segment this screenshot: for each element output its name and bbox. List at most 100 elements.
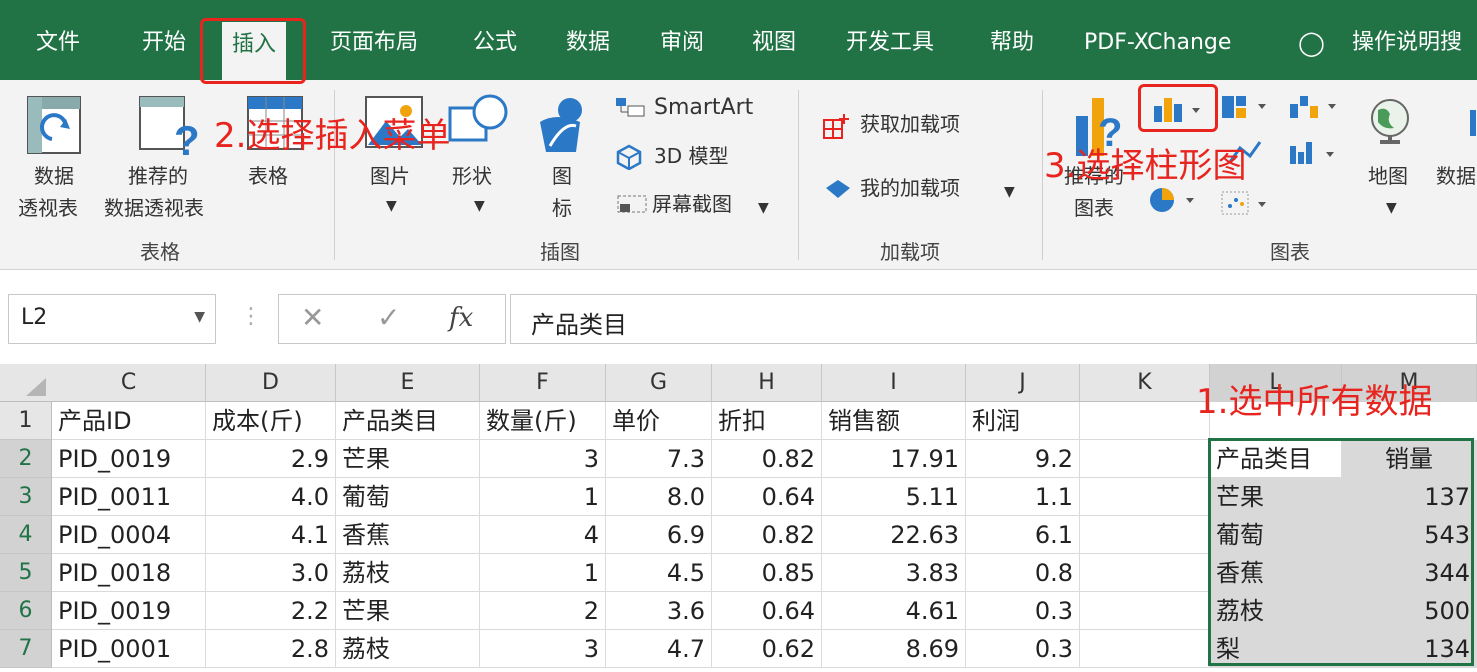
name-box[interactable]: L2 ▼ xyxy=(8,294,216,344)
table-cell[interactable]: 0.62 xyxy=(712,630,822,668)
my-addins-label[interactable]: 我的加载项 xyxy=(860,176,960,200)
map-dropdown-icon[interactable]: ▼ xyxy=(1386,196,1397,220)
table-cell[interactable]: PID_0018 xyxy=(52,554,206,592)
column-header-C[interactable]: C xyxy=(52,364,206,402)
row-header[interactable]: 5 xyxy=(0,554,52,592)
tell-me-search[interactable]: 操作说明搜 xyxy=(1352,26,1462,60)
row-header[interactable]: 3 xyxy=(0,478,52,516)
table-cell[interactable]: 荔枝 xyxy=(336,630,480,668)
column-header-H[interactable]: H xyxy=(712,364,822,402)
stat-chart-icon[interactable] xyxy=(1286,138,1346,168)
table-label[interactable]: 表格 xyxy=(248,164,288,188)
screenshot-dropdown-icon[interactable]: ▼ xyxy=(758,196,769,220)
tab-developer[interactable]: 开发工具 xyxy=(846,26,934,60)
tab-view[interactable]: 视图 xyxy=(752,26,796,60)
table-cell[interactable]: 1 xyxy=(480,554,606,592)
table-cell[interactable]: 销售额 xyxy=(822,402,966,440)
table-cell[interactable]: 利润 xyxy=(966,402,1080,440)
table-cell[interactable]: 数量(斤) xyxy=(480,402,606,440)
tab-pdf-xchange[interactable]: PDF-XChange xyxy=(1084,26,1231,60)
table-cell[interactable]: 4.0 xyxy=(206,478,336,516)
cancel-icon[interactable]: ✕ xyxy=(301,301,324,334)
table-cell[interactable]: PID_0019 xyxy=(52,592,206,630)
tab-data[interactable]: 数据 xyxy=(566,26,610,60)
table-cell[interactable]: 2.8 xyxy=(206,630,336,668)
table-cell[interactable]: 折扣 xyxy=(712,402,822,440)
pivot-table-label-1[interactable]: 数据 xyxy=(34,164,74,188)
column-header-F[interactable]: F xyxy=(480,364,606,402)
table-cell[interactable]: 9.2 xyxy=(966,440,1080,478)
pivot-chart-label[interactable]: 数据 xyxy=(1436,164,1476,188)
table-cell[interactable]: 4.7 xyxy=(606,630,712,668)
table-cell[interactable]: 2 xyxy=(480,592,606,630)
smartart-label[interactable]: SmartArt xyxy=(654,96,753,120)
table-cell[interactable]: 4.1 xyxy=(206,516,336,554)
row-header[interactable]: 4 xyxy=(0,516,52,554)
insert-function-icon[interactable]: fx xyxy=(449,303,473,333)
table-cell[interactable]: PID_0004 xyxy=(52,516,206,554)
pictures-dropdown-icon[interactable]: ▼ xyxy=(386,194,397,218)
table-cell[interactable] xyxy=(1080,478,1210,516)
row-header[interactable]: 2 xyxy=(0,440,52,478)
table-cell[interactable]: 单价 xyxy=(606,402,712,440)
enter-icon[interactable]: ✓ xyxy=(377,301,400,334)
table-cell[interactable]: 4.61 xyxy=(822,592,966,630)
column-header-D[interactable]: D xyxy=(206,364,336,402)
icons-label-1[interactable]: 图 xyxy=(552,164,572,188)
pie-chart-icon[interactable] xyxy=(1146,186,1206,216)
3d-model-label[interactable]: 3D 模型 xyxy=(654,144,728,168)
row-header[interactable]: 6 xyxy=(0,592,52,630)
tab-formulas[interactable]: 公式 xyxy=(473,26,517,60)
table-cell[interactable]: 0.8 xyxy=(966,554,1080,592)
table-cell[interactable]: 0.82 xyxy=(712,516,822,554)
tab-home[interactable]: 开始 xyxy=(142,26,186,60)
table-cell[interactable]: 5.11 xyxy=(822,478,966,516)
table-cell[interactable]: 芒果 xyxy=(336,440,480,478)
table-cell[interactable]: 荔枝 xyxy=(336,554,480,592)
recommended-pivot-label-2[interactable]: 数据透视表 xyxy=(104,196,204,220)
chevron-down-icon[interactable]: ▼ xyxy=(194,309,205,325)
table-cell[interactable]: 香蕉 xyxy=(336,516,480,554)
table-cell[interactable]: 17.91 xyxy=(822,440,966,478)
table-cell[interactable]: 6.9 xyxy=(606,516,712,554)
my-addins-dropdown-icon[interactable]: ▼ xyxy=(1004,180,1015,204)
table-cell[interactable]: 3 xyxy=(480,630,606,668)
table-cell[interactable]: PID_0011 xyxy=(52,478,206,516)
row-header[interactable]: 1 xyxy=(0,402,52,440)
table-cell[interactable]: 0.3 xyxy=(966,630,1080,668)
tab-page-layout[interactable]: 页面布局 xyxy=(330,26,418,60)
table-cell[interactable] xyxy=(1080,516,1210,554)
formula-input[interactable]: 产品类目 xyxy=(510,294,1477,344)
tab-file[interactable]: 文件 xyxy=(36,26,80,60)
table-cell[interactable]: 3 xyxy=(480,440,606,478)
table-cell[interactable] xyxy=(1080,630,1210,668)
pivot-table-label-2[interactable]: 透视表 xyxy=(18,196,78,220)
table-cell[interactable]: 4.5 xyxy=(606,554,712,592)
column-header-I[interactable]: I xyxy=(822,364,966,402)
table-cell[interactable] xyxy=(1080,554,1210,592)
table-cell[interactable]: 3.6 xyxy=(606,592,712,630)
table-cell[interactable]: 2.2 xyxy=(206,592,336,630)
scatter-chart-icon[interactable] xyxy=(1220,190,1280,220)
tab-help[interactable]: 帮助 xyxy=(990,26,1034,60)
table-cell[interactable] xyxy=(1080,592,1210,630)
table-cell[interactable] xyxy=(1080,402,1210,440)
waterfall-chart-icon[interactable] xyxy=(1286,92,1346,122)
hierarchy-chart-icon[interactable] xyxy=(1218,92,1278,122)
table-cell[interactable]: 1.1 xyxy=(966,478,1080,516)
lightbulb-icon[interactable]: ◯ xyxy=(1298,26,1325,60)
row-header[interactable]: 7 xyxy=(0,630,52,668)
table-cell[interactable]: 1 xyxy=(480,478,606,516)
table-cell[interactable]: 0.64 xyxy=(712,478,822,516)
column-header-J[interactable]: J xyxy=(966,364,1080,402)
table-cell[interactable]: 4 xyxy=(480,516,606,554)
table-cell[interactable]: 8.69 xyxy=(822,630,966,668)
table-cell[interactable]: 7.3 xyxy=(606,440,712,478)
table-cell[interactable]: 成本(斤) xyxy=(206,402,336,440)
recommended-pivot-label-1[interactable]: 推荐的 xyxy=(128,164,188,188)
table-cell[interactable]: 3.0 xyxy=(206,554,336,592)
table-cell[interactable]: 2.9 xyxy=(206,440,336,478)
table-cell[interactable]: PID_0019 xyxy=(52,440,206,478)
table-cell[interactable] xyxy=(1080,440,1210,478)
screenshot-label[interactable]: 屏幕截图 xyxy=(652,192,732,216)
